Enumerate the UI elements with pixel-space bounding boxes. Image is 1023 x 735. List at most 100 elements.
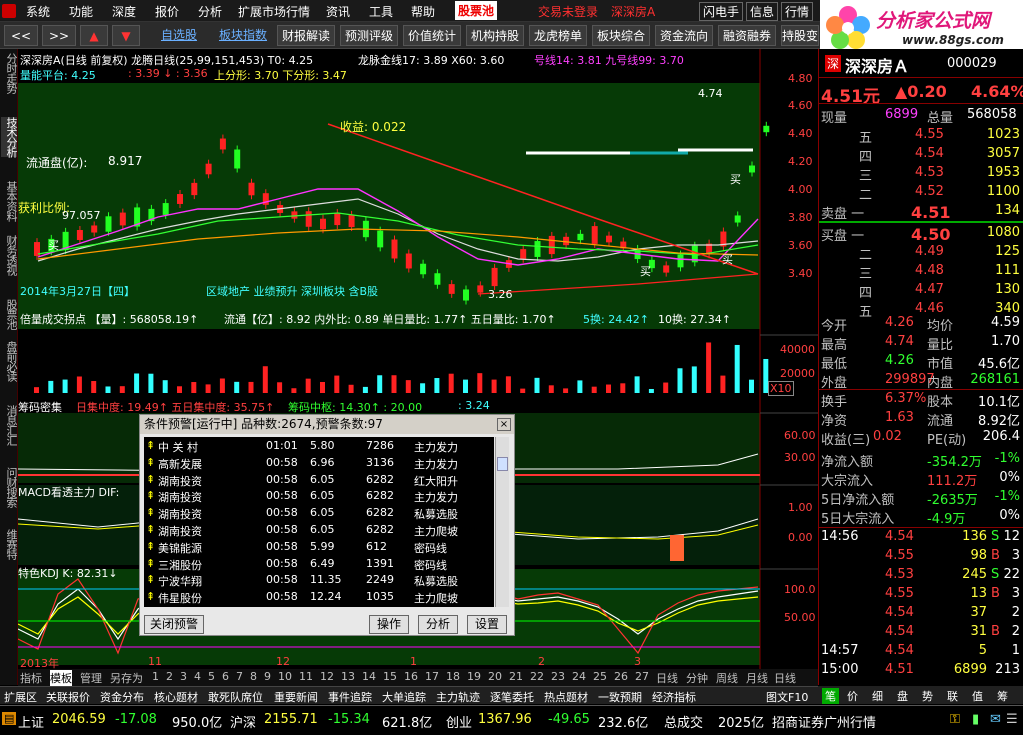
down-button[interactable]: ▼ bbox=[112, 25, 140, 46]
function-tab[interactable]: 逐笔委托 bbox=[490, 689, 534, 705]
hs-label[interactable]: 沪深 bbox=[230, 712, 256, 731]
holdings-button[interactable]: 持股变 bbox=[781, 25, 819, 46]
f10-tab[interactable]: 图文F10 bbox=[766, 689, 808, 705]
alert-list[interactable]: ⇞ 中 关 村 01:01 5.80 7286 主力发力 ⇞ 高新发展 00:58 6.96 313… bbox=[144, 437, 494, 607]
alert-row[interactable]: ⇞ 美锦能源 00:58 5.99 612 密码线 bbox=[144, 538, 494, 555]
quote-tab[interactable]: 势 bbox=[922, 688, 933, 704]
cy-label[interactable]: 创业 bbox=[446, 712, 472, 731]
period-tab[interactable]: 日线 bbox=[656, 670, 678, 686]
quote-tab[interactable]: 联 bbox=[947, 688, 958, 704]
sector-index-link[interactable]: 板块指数 bbox=[214, 25, 272, 46]
tab-stock-pool[interactable]: 股票池 bbox=[1, 299, 18, 329]
menu-system[interactable]: 系统 bbox=[26, 3, 50, 20]
capital-flow-button[interactable]: 资金流向 bbox=[655, 25, 713, 46]
function-tab[interactable]: 经济指标 bbox=[652, 689, 696, 705]
tab-intraday[interactable]: 分时走势 bbox=[1, 53, 18, 93]
tab-basic-info[interactable]: 基本资料 bbox=[1, 181, 18, 221]
chat-icon[interactable]: ✉ bbox=[990, 712, 1001, 727]
value-stats-button[interactable]: 价值统计 bbox=[403, 25, 461, 46]
menu-help[interactable]: 帮助 bbox=[411, 3, 435, 20]
function-tab[interactable]: 一致预期 bbox=[598, 689, 642, 705]
template-number-tab[interactable]: 8 bbox=[250, 670, 257, 683]
alert-row[interactable]: ⇞ 中 关 村 01:01 5.80 7286 主力发力 bbox=[144, 437, 494, 454]
quote-tab[interactable]: 盘 bbox=[897, 688, 908, 704]
template-number-tab[interactable]: 3 bbox=[180, 670, 187, 683]
function-tab[interactable]: 资金分布 bbox=[100, 689, 144, 705]
template-number-tab[interactable]: 10 bbox=[278, 670, 292, 683]
sector-button[interactable]: 板块综合 bbox=[592, 25, 650, 46]
function-tab[interactable]: 扩展区 bbox=[4, 689, 37, 705]
template-number-tab[interactable]: 13 bbox=[341, 670, 355, 683]
analysis-button[interactable]: 分析 bbox=[418, 615, 458, 634]
list-scrollbar[interactable] bbox=[495, 437, 509, 607]
template-number-tab[interactable]: 6 bbox=[222, 670, 229, 683]
indicator-tab[interactable]: 另存为 bbox=[110, 670, 143, 686]
info-button[interactable]: 信息 bbox=[746, 2, 779, 21]
menu-news[interactable]: 资讯 bbox=[326, 3, 350, 20]
indicator-tab[interactable]: 指标 bbox=[20, 670, 42, 686]
function-tab[interactable]: 事件追踪 bbox=[328, 689, 372, 705]
app-icon[interactable] bbox=[2, 4, 16, 18]
indicator-tab[interactable]: 管理 bbox=[80, 670, 102, 686]
quote-tab[interactable]: 筹 bbox=[997, 688, 1008, 704]
template-number-tab[interactable]: 18 bbox=[446, 670, 460, 683]
up-button[interactable]: ▲ bbox=[80, 25, 108, 46]
quote-tab[interactable]: 细 bbox=[872, 688, 883, 704]
next-button[interactable]: >> bbox=[42, 25, 76, 46]
function-tab[interactable]: 敢死队席位 bbox=[208, 689, 263, 705]
alert-row[interactable]: ⇞ 高新发展 00:58 6.96 3136 主力发力 bbox=[144, 454, 494, 471]
template-number-tab[interactable]: 21 bbox=[509, 670, 523, 683]
market-button[interactable]: 行情 bbox=[781, 2, 814, 21]
menu-tools[interactable]: 工具 bbox=[369, 3, 393, 20]
flash-button[interactable]: 闪电手 bbox=[699, 2, 744, 21]
quote-tab[interactable]: 笔 bbox=[822, 688, 839, 704]
menu-quote[interactable]: 报价 bbox=[155, 3, 179, 20]
function-tab[interactable]: 热点题材 bbox=[544, 689, 588, 705]
template-number-tab[interactable]: 4 bbox=[194, 670, 201, 683]
alert-row[interactable]: ⇞ 湖南投资 00:58 6.05 6282 主力发力 bbox=[144, 487, 494, 504]
close-icon[interactable]: × bbox=[497, 418, 511, 431]
watchlist-link[interactable]: 自选股 bbox=[156, 25, 202, 46]
function-tab[interactable]: 核心题材 bbox=[154, 689, 198, 705]
alert-row[interactable]: ⇞ 湖南投资 00:58 6.05 6282 私募选股 bbox=[144, 504, 494, 521]
template-number-tab[interactable]: 14 bbox=[362, 670, 376, 683]
template-number-tab[interactable]: 9 bbox=[264, 670, 271, 683]
alert-row[interactable]: ⇞ 宁波华翔 00:58 11.35 2249 私募选股 bbox=[144, 571, 494, 588]
template-number-tab[interactable]: 24 bbox=[572, 670, 586, 683]
sh-label[interactable]: 上证 bbox=[18, 712, 44, 731]
menu-ext-market[interactable]: 扩展市场行情 bbox=[238, 3, 310, 20]
template-number-tab[interactable]: 7 bbox=[236, 670, 243, 683]
alert-row[interactable]: ⇞ 湖南投资 00:58 6.05 6282 主力爬坡 bbox=[144, 521, 494, 538]
template-number-tab[interactable]: 11 bbox=[299, 670, 313, 683]
template-number-tab[interactable]: 5 bbox=[208, 670, 215, 683]
function-tab[interactable]: 大单追踪 bbox=[382, 689, 426, 705]
template-number-tab[interactable]: 17 bbox=[425, 670, 439, 683]
template-number-tab[interactable]: 15 bbox=[383, 670, 397, 683]
network-icon[interactable]: ▮ bbox=[972, 712, 979, 727]
function-tab[interactable]: 主力轨迹 bbox=[436, 689, 480, 705]
template-number-tab[interactable]: 20 bbox=[488, 670, 502, 683]
period-tab[interactable]: 月线 bbox=[746, 670, 768, 686]
template-number-tab[interactable]: 23 bbox=[551, 670, 565, 683]
quote-tab[interactable]: 价 bbox=[847, 688, 858, 704]
institution-button[interactable]: 机构持股 bbox=[466, 25, 524, 46]
tab-vst[interactable]: 维赛特 bbox=[1, 529, 18, 559]
rating-button[interactable]: 预测评级 bbox=[340, 25, 398, 46]
report-button[interactable]: 财报解读 bbox=[277, 25, 335, 46]
template-number-tab[interactable]: 1 bbox=[152, 670, 159, 683]
alert-row[interactable]: ⇞ 三湘股份 00:58 6.49 1391 密码线 bbox=[144, 555, 494, 572]
period-tab[interactable]: 周线 bbox=[716, 670, 738, 686]
tab-news[interactable]: 消息汇汇 bbox=[1, 405, 18, 445]
template-number-tab[interactable]: 16 bbox=[404, 670, 418, 683]
template-number-tab[interactable]: 19 bbox=[467, 670, 481, 683]
template-number-tab[interactable]: 2 bbox=[166, 670, 173, 683]
tab-financial[interactable]: 财务透视 bbox=[1, 235, 18, 275]
menu-function[interactable]: 功能 bbox=[69, 3, 93, 20]
login-status[interactable]: 交易未登录 bbox=[538, 3, 598, 20]
template-number-tab[interactable]: 27 bbox=[635, 670, 649, 683]
tab-technical[interactable]: 技术分析 bbox=[1, 117, 18, 157]
list-icon[interactable]: ☰ bbox=[1006, 712, 1018, 727]
template-number-tab[interactable]: 22 bbox=[530, 670, 544, 683]
alert-dialog[interactable]: 条件预警[运行中] 品种数:2674,预警条数:97 × ⇞ 中 关 村 01:01… bbox=[139, 414, 515, 636]
lock-icon[interactable]: ⚿ bbox=[950, 712, 960, 727]
